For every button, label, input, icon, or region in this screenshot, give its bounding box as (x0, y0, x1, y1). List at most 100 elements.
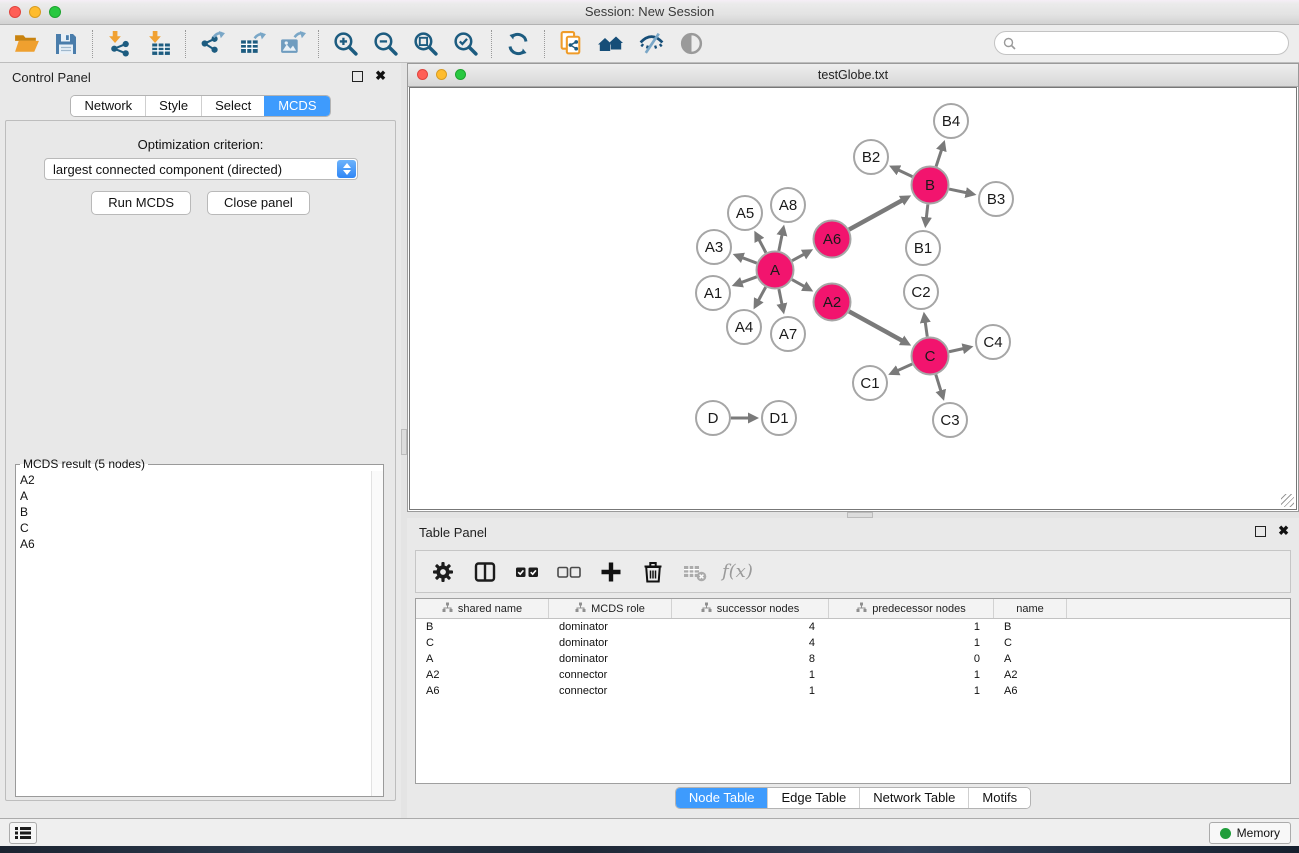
mcds-result-item[interactable]: B (20, 504, 383, 520)
node-A3[interactable]: A3 (697, 230, 731, 264)
node-A[interactable]: A (757, 252, 794, 289)
node-C[interactable]: C (912, 338, 949, 375)
export-network-icon[interactable] (194, 28, 230, 60)
import-table-icon[interactable] (141, 28, 177, 60)
show-columns-icon[interactable] (470, 557, 500, 587)
edge-C-C3[interactable] (936, 375, 941, 392)
node-B2[interactable]: B2 (854, 140, 888, 174)
network-window-titlebar[interactable]: testGlobe.txt (408, 64, 1298, 87)
table-cell[interactable]: B (994, 621, 1067, 633)
hide-graphics-details-icon[interactable] (633, 28, 669, 60)
table-cell[interactable]: dominator (549, 621, 672, 633)
task-history-button[interactable] (9, 822, 37, 844)
float-panel-icon[interactable] (352, 71, 363, 82)
edge-B-B1[interactable] (926, 204, 928, 218)
network-canvas[interactable]: B4B2BB3B1A5A8A6A3AA1A2C2A4A7C4CC1C3DD1 (409, 87, 1297, 510)
tab-select[interactable]: Select (201, 96, 264, 116)
table-cell[interactable]: 1 (829, 621, 994, 633)
memory-button[interactable]: Memory (1209, 822, 1291, 844)
table-cell[interactable]: C (994, 637, 1067, 649)
table-row[interactable]: A6connector11A6 (416, 683, 1290, 699)
node-B1[interactable]: B1 (906, 231, 940, 265)
column-header-MCDS-role[interactable]: MCDS role (549, 599, 672, 618)
deselect-all-checkboxes-icon[interactable] (554, 557, 584, 587)
export-table-icon[interactable] (234, 28, 270, 60)
float-table-panel-icon[interactable] (1255, 526, 1266, 537)
mcds-result-item[interactable]: A6 (20, 536, 383, 552)
table-cell[interactable]: A2 (994, 669, 1067, 681)
table-cell[interactable]: connector (549, 669, 672, 681)
tab-style[interactable]: Style (145, 96, 201, 116)
search-field[interactable] (994, 31, 1289, 55)
edge-A-A4[interactable] (758, 287, 765, 301)
mcds-result-item[interactable]: A2 (20, 472, 383, 488)
edge-C-C4[interactable] (949, 349, 964, 352)
import-network-icon[interactable] (101, 28, 137, 60)
table-cell[interactable]: A6 (416, 685, 549, 697)
edge-A-A1[interactable] (741, 277, 757, 283)
optimization-criterion-select[interactable]: largest connected component (directed) (44, 158, 358, 180)
node-C3[interactable]: C3 (933, 403, 967, 437)
table-cell[interactable]: 4 (672, 637, 829, 649)
edge-A-A3[interactable] (742, 258, 757, 264)
add-column-icon[interactable] (596, 557, 626, 587)
edge-A-A5[interactable] (759, 240, 766, 253)
export-image-icon[interactable] (274, 28, 310, 60)
table-cell[interactable]: dominator (549, 637, 672, 649)
table-cell[interactable]: 1 (829, 669, 994, 681)
column-header-shared-name[interactable]: shared name (416, 599, 549, 618)
table-cell[interactable]: connector (549, 685, 672, 697)
search-input[interactable] (1016, 34, 1288, 52)
open-session-icon[interactable] (8, 28, 44, 60)
table-cell[interactable]: 1 (829, 685, 994, 697)
tab-network-table[interactable]: Network Table (859, 788, 968, 808)
close-panel-button[interactable]: Close panel (207, 191, 310, 215)
refresh-icon[interactable] (500, 28, 536, 60)
zoom-in-icon[interactable] (327, 28, 363, 60)
edge-A-A7[interactable] (779, 289, 782, 304)
node-D[interactable]: D (696, 401, 730, 435)
node-A8[interactable]: A8 (771, 188, 805, 222)
table-cell[interactable]: 0 (829, 653, 994, 665)
edge-B-B2[interactable] (898, 170, 912, 177)
node-C1[interactable]: C1 (853, 366, 887, 400)
table-row[interactable]: A2connector11A2 (416, 667, 1290, 683)
table-cell[interactable]: 1 (829, 637, 994, 649)
zoom-fit-icon[interactable] (407, 28, 443, 60)
node-A4[interactable]: A4 (727, 310, 761, 344)
column-header-predecessor-nodes[interactable]: predecessor nodes (829, 599, 994, 618)
edge-A6-B[interactable] (849, 200, 902, 229)
node-table[interactable]: shared nameMCDS rolesuccessor nodesprede… (415, 598, 1291, 784)
node-A7[interactable]: A7 (771, 317, 805, 351)
table-cell[interactable]: 1 (672, 669, 829, 681)
close-table-panel-icon[interactable]: ✖ (1278, 523, 1289, 539)
result-scrollbar[interactable] (371, 471, 383, 796)
node-A1[interactable]: A1 (696, 276, 730, 310)
node-A2[interactable]: A2 (814, 284, 851, 321)
node-C4[interactable]: C4 (976, 325, 1010, 359)
zoom-selected-icon[interactable] (447, 28, 483, 60)
window-resize-grip[interactable] (1281, 494, 1294, 507)
table-cell[interactable]: A (994, 653, 1067, 665)
table-cell[interactable]: 4 (672, 621, 829, 633)
table-cell[interactable]: C (416, 637, 549, 649)
table-cell[interactable]: dominator (549, 653, 672, 665)
table-cell[interactable]: A6 (994, 685, 1067, 697)
tab-edge-table[interactable]: Edge Table (767, 788, 859, 808)
node-A5[interactable]: A5 (728, 196, 762, 230)
network-graph[interactable]: B4B2BB3B1A5A8A6A3AA1A2C2A4A7C4CC1C3DD1 (410, 88, 1298, 510)
edge-A-A8[interactable] (779, 234, 782, 250)
tab-network[interactable]: Network (71, 96, 145, 116)
close-panel-icon[interactable]: ✖ (375, 68, 386, 84)
edge-A-A6[interactable] (792, 254, 804, 261)
save-session-icon[interactable] (48, 28, 84, 60)
edge-B-B3[interactable] (949, 189, 967, 193)
table-cell[interactable]: A2 (416, 669, 549, 681)
duplicate-network-icon[interactable] (553, 28, 589, 60)
edge-C-C1[interactable] (897, 364, 912, 371)
column-header-name[interactable]: name (994, 599, 1067, 618)
edge-C-C2[interactable] (925, 322, 927, 337)
tab-motifs[interactable]: Motifs (968, 788, 1030, 808)
node-B4[interactable]: B4 (934, 104, 968, 138)
node-B[interactable]: B (912, 167, 949, 204)
